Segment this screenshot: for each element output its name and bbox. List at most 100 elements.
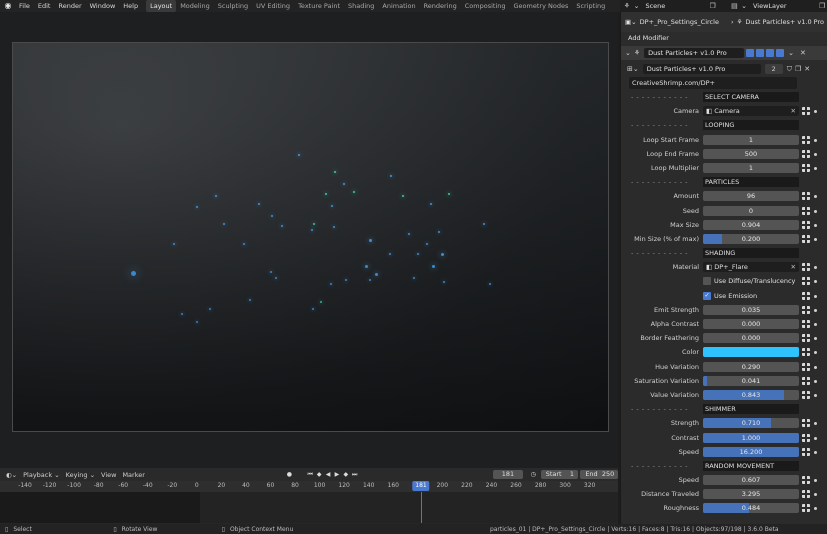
- attribute-toggle-icon[interactable]: [802, 376, 810, 385]
- number-field[interactable]: 3.295: [703, 489, 799, 500]
- tab-shading[interactable]: Shading: [344, 0, 378, 12]
- menu-file[interactable]: File: [15, 0, 34, 12]
- keyframe-dot-icon[interactable]: [814, 323, 817, 326]
- prev-key-icon[interactable]: ◆: [315, 470, 324, 479]
- viewport-toggle-icon[interactable]: [756, 49, 765, 57]
- attribute-toggle-icon[interactable]: [802, 320, 810, 328]
- attribute-toggle-icon[interactable]: [802, 334, 810, 343]
- object-field[interactable]: ◧ Camera ✕: [703, 106, 799, 117]
- start-frame-field[interactable]: Start 1: [540, 470, 579, 479]
- close-icon[interactable]: ✕: [800, 49, 806, 57]
- node-group-field[interactable]: Dust Particles+ v1.0 Pro: [642, 64, 761, 74]
- view-layer-name[interactable]: ViewLayer: [753, 2, 817, 10]
- keyframe-dot-icon[interactable]: [814, 351, 817, 355]
- keyframe-dot-icon[interactable]: [814, 294, 817, 298]
- checkbox-label[interactable]: Use Diffuse/Translucency: [714, 274, 795, 288]
- clock-icon[interactable]: ◷: [529, 470, 538, 479]
- attribute-toggle-icon[interactable]: [802, 419, 810, 428]
- number-field[interactable]: 1.000: [703, 432, 799, 443]
- attribute-toggle-icon[interactable]: [802, 305, 810, 314]
- keyframe-dot-icon[interactable]: [814, 365, 817, 369]
- attribute-toggle-icon[interactable]: [802, 192, 810, 201]
- tab-layout[interactable]: Layout: [146, 0, 177, 12]
- render-toggle-icon[interactable]: [766, 49, 775, 57]
- marker-menu[interactable]: Marker: [122, 471, 144, 479]
- menu-edit[interactable]: Edit: [34, 0, 55, 12]
- keyframe-dot-icon[interactable]: [814, 379, 817, 383]
- tab-texture-paint[interactable]: Texture Paint: [294, 0, 344, 12]
- number-field[interactable]: 0: [703, 205, 799, 216]
- duplicate-icon[interactable]: ❐: [795, 65, 801, 73]
- keyframe-dot-icon[interactable]: [814, 436, 817, 440]
- number-field[interactable]: 0.000: [703, 319, 799, 329]
- attribute-toggle-icon[interactable]: [802, 263, 810, 272]
- object-field[interactable]: ◧ DP+_Flare ✕: [703, 262, 799, 273]
- number-field[interactable]: 1: [703, 162, 799, 173]
- attribute-toggle-icon[interactable]: [802, 149, 810, 158]
- chevron-down-icon[interactable]: ⌄: [739, 1, 749, 11]
- checkbox-label[interactable]: Use Emission: [714, 289, 757, 303]
- keyframe-dot-icon[interactable]: [814, 450, 817, 454]
- jump-end-icon[interactable]: ⏭: [350, 470, 359, 479]
- current-frame-indicator[interactable]: 181: [412, 481, 430, 491]
- copy-scene-icon[interactable]: ❐: [708, 1, 718, 11]
- number-field[interactable]: 0.484: [703, 503, 799, 514]
- scene-name[interactable]: Scene: [645, 2, 707, 10]
- tab-compositing[interactable]: Compositing: [461, 0, 510, 12]
- keying-menu[interactable]: Keying ⌄: [66, 471, 95, 479]
- editor-type-icon[interactable]: ◐⌄: [6, 471, 17, 479]
- keyframe-dot-icon[interactable]: [814, 138, 817, 142]
- tab-sculpting[interactable]: Sculpting: [214, 0, 252, 12]
- play-icon[interactable]: ▶: [332, 470, 341, 479]
- checkbox[interactable]: [703, 277, 711, 286]
- current-frame-field[interactable]: 181: [493, 470, 523, 479]
- attribute-toggle-icon[interactable]: [802, 234, 810, 243]
- frame-ruler[interactable]: -140 -120 -100 -80 -60 -40 -20 0 20 40 60 80 100 120 1…: [0, 481, 618, 492]
- tab-geometry-nodes[interactable]: Geometry Nodes: [510, 0, 573, 12]
- attribute-toggle-icon[interactable]: [802, 490, 810, 499]
- keyframe-dot-icon[interactable]: [814, 110, 817, 114]
- attribute-toggle-icon[interactable]: [802, 447, 810, 456]
- keyframe-dot-icon[interactable]: [814, 280, 817, 284]
- number-field[interactable]: 0.607: [703, 475, 799, 486]
- number-field[interactable]: 0.000: [703, 333, 799, 344]
- attribute-toggle-icon[interactable]: [802, 433, 810, 442]
- attribute-toggle-icon[interactable]: [802, 107, 810, 116]
- keyframe-dot-icon[interactable]: [814, 166, 817, 170]
- number-field[interactable]: 500: [703, 148, 799, 159]
- 3d-viewport[interactable]: [0, 12, 618, 468]
- scene-icon[interactable]: ⚘: [622, 1, 632, 11]
- jump-start-icon[interactable]: ⏮: [306, 470, 315, 479]
- color-swatch[interactable]: [703, 347, 799, 358]
- number-field[interactable]: 0.904: [703, 219, 799, 230]
- node-tree-icon[interactable]: ⊞⌄: [627, 65, 639, 73]
- unlink-icon[interactable]: ✕: [804, 65, 810, 73]
- record-icon[interactable]: ●: [285, 470, 294, 479]
- timeline-track[interactable]: [0, 492, 618, 523]
- number-field[interactable]: 0.200: [703, 233, 799, 244]
- url-field[interactable]: CreativeShrimp.com/DP+: [629, 77, 797, 89]
- camera-toggle-icon[interactable]: [776, 49, 785, 57]
- fake-user-icon[interactable]: ⛉: [787, 65, 792, 74]
- number-field[interactable]: 96: [703, 191, 799, 202]
- keyframe-dot-icon[interactable]: [814, 393, 817, 397]
- keyframe-dot-icon[interactable]: [814, 308, 817, 312]
- number-field[interactable]: 16.200: [703, 446, 799, 457]
- attribute-toggle-icon[interactable]: [802, 291, 810, 300]
- tab-rendering[interactable]: Rendering: [420, 0, 461, 12]
- tab-scripting[interactable]: Scripting: [572, 0, 609, 12]
- playback-menu[interactable]: Playback ⌄: [23, 471, 60, 479]
- checkbox[interactable]: ✓: [703, 291, 711, 300]
- next-key-icon[interactable]: ◆: [341, 470, 350, 479]
- keyframe-dot-icon[interactable]: [814, 152, 817, 156]
- number-field[interactable]: 0.290: [703, 361, 799, 372]
- view-menu[interactable]: View: [101, 471, 116, 479]
- clear-icon[interactable]: ✕: [791, 106, 796, 116]
- attribute-toggle-icon[interactable]: [802, 206, 810, 215]
- add-modifier-button[interactable]: Add Modifier: [621, 32, 827, 44]
- menu-render[interactable]: Render: [54, 0, 85, 12]
- keyframe-dot-icon[interactable]: [814, 493, 817, 497]
- clear-icon[interactable]: ✕: [791, 262, 796, 272]
- number-field[interactable]: 0.843: [703, 389, 799, 400]
- breadcrumb-object[interactable]: DP+_Pro_Settings_Circle: [640, 18, 728, 26]
